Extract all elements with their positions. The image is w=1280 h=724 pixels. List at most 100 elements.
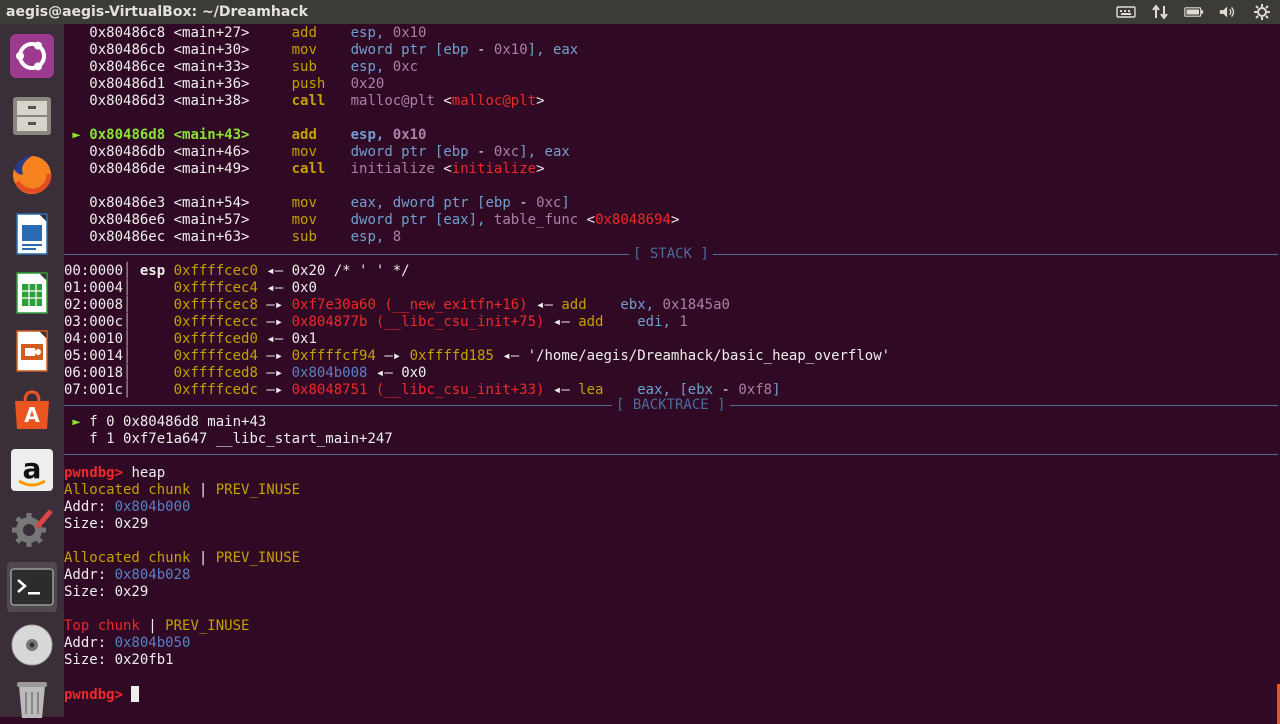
instruction-operand: < (586, 212, 596, 228)
instruction-operand: dword ptr [ (350, 42, 444, 58)
instruction-address: 0x80486c8 (89, 25, 166, 41)
heap-segment: | (139, 618, 166, 634)
heap-segment: Top chunk (64, 618, 140, 634)
heap-segment: 0x29 (114, 516, 149, 532)
launcher-ubuntu-dash[interactable] (7, 31, 57, 81)
battery-icon[interactable] (1184, 3, 1204, 21)
stack-segment: 0x0 (291, 280, 317, 296)
stack-segment: 0x20 /* ' ' */ (291, 263, 410, 279)
launcher-libreoffice-calc[interactable] (7, 268, 57, 318)
instruction-operand: > (536, 161, 545, 177)
heap-segment: PREV_INUSE (165, 618, 250, 634)
launcher-system-settings[interactable] (7, 503, 57, 553)
stack-segment: │ (123, 348, 174, 364)
instruction-address: 0x80486d8 (89, 127, 166, 143)
instruction-operand: table_func (493, 212, 587, 228)
stack-segment: esp (139, 263, 174, 279)
stack-segment: 0x1 (291, 331, 317, 347)
volume-icon[interactable] (1218, 3, 1238, 21)
ubuntu-dash-icon (9, 33, 55, 79)
launcher-libreoffice-impress[interactable] (7, 326, 57, 376)
marker-space (64, 212, 89, 228)
stack-segment: 03:000c (64, 314, 124, 330)
window-title: aegis@aegis-VirtualBox: ~/Dreamhack (6, 4, 308, 20)
instruction-operand: 0xc (392, 59, 419, 75)
stack-segment (604, 314, 638, 330)
libreoffice-writer-icon (9, 211, 55, 257)
system-settings-icon (9, 505, 55, 551)
heap-segment: Size: (64, 516, 115, 532)
stack-segment: │ (123, 280, 174, 296)
instruction-mnemonic: add (291, 25, 351, 41)
instruction-operand: initialize (451, 161, 537, 177)
launcher-firefox[interactable] (7, 150, 57, 200)
instruction-operand: 0xc (493, 144, 520, 160)
stack-segment: 0xffffcec8 (173, 297, 258, 313)
stack-segment: 0xffffcecc (173, 314, 258, 330)
instruction-address: 0x80486d1 (89, 76, 166, 92)
settings-gear-icon[interactable] (1252, 3, 1272, 21)
network-icon[interactable] (1150, 3, 1170, 21)
stack-segment: 0x0 (401, 365, 427, 381)
stack-segment: 00:0000 (64, 263, 124, 279)
stack-segment: ◂— (257, 280, 292, 296)
stack-segment: ◂— (544, 314, 579, 330)
instruction-mnemonic: mov (291, 195, 351, 211)
stack-segment: —▸ (257, 382, 292, 398)
instruction-operand: ebp (443, 42, 469, 58)
instruction-mnemonic: add (291, 127, 351, 143)
instruction-offset: <main+63> (165, 229, 292, 245)
heap-segment: 0x20fb1 (114, 652, 174, 668)
instruction-operand: 0x20 (350, 76, 385, 92)
stack-segment: 07:001c (64, 382, 124, 398)
stack-segment: '/home/aegis/Dreamhack/basic_heap_overfl… (527, 348, 891, 364)
instruction-operand: < (443, 161, 452, 177)
instruction-offset: <main+54> (165, 195, 292, 211)
stack-line: 00:0000│ esp 0xffffcec0 ◂— 0x20 /* ' ' *… (64, 263, 1280, 280)
disasm-line: 0x80486d1 <main+36> push 0x20 (64, 76, 1280, 93)
instruction-operand: ebp (443, 144, 469, 160)
marker-space (64, 59, 89, 75)
heap-segment: | (190, 482, 216, 498)
heap-segment: Allocated chunk (64, 482, 191, 498)
stack-segment (604, 382, 638, 398)
stack-segment: ebx (687, 382, 714, 398)
launcher-software-center[interactable]: A (7, 385, 57, 435)
stack-segment: ◂— (257, 263, 292, 279)
launcher-amazon[interactable]: a (7, 445, 57, 495)
instruction-operand: 0xc (536, 195, 562, 211)
heap-line: Addr: 0x804b000 (64, 499, 1280, 516)
launcher-files[interactable] (7, 91, 57, 141)
separator-label: [ BACKTRACE ] (612, 397, 730, 414)
stack-segment: 0x8048751 (__libc_csu_init+33) (291, 382, 545, 398)
instruction-address: 0x80486d3 (89, 93, 166, 109)
svg-text:A: A (24, 403, 40, 427)
stack-segment: 0x1845a0 (662, 297, 730, 313)
instruction-operand: eax (544, 144, 570, 160)
stack-segment: │ (123, 365, 174, 381)
instruction-operand: initialize (350, 161, 444, 177)
footer-separator (64, 446, 1280, 455)
instruction-operand: eax (443, 212, 469, 228)
stack-segment: 06:0018 (64, 365, 124, 381)
heap-segment: pwndbg> (64, 687, 132, 703)
instruction-operand: ], (527, 42, 553, 58)
stack-segment: 0xf8 (738, 382, 773, 398)
launcher-dvd[interactable] (7, 620, 57, 670)
disasm-line: 0x80486ce <main+33> sub esp, 0xc (64, 59, 1280, 76)
heap-line: pwndbg> (64, 686, 1280, 703)
stack-segment: 04:0010 (64, 331, 124, 347)
stack-segment: 1 (679, 314, 688, 330)
terminal[interactable]: 0x80486c8 <main+27> add esp, 0x10 0x8048… (64, 24, 1280, 724)
launcher-libreoffice-writer[interactable] (7, 209, 57, 259)
launcher-terminal[interactable] (7, 562, 57, 612)
keyboard-icon[interactable] (1116, 3, 1136, 21)
marker-space (64, 195, 89, 211)
heap-segment: Allocated chunk (64, 550, 191, 566)
heap-segment: 0x804b050 (114, 635, 191, 651)
marker-space (64, 42, 89, 58)
instruction-mnemonic: mov (291, 212, 351, 228)
instruction-operand: 0x10 (493, 42, 528, 58)
stack-segment: 0xf7e30a60 (__new_exitfn+16) (291, 297, 528, 313)
instruction-operand: > (536, 93, 545, 109)
